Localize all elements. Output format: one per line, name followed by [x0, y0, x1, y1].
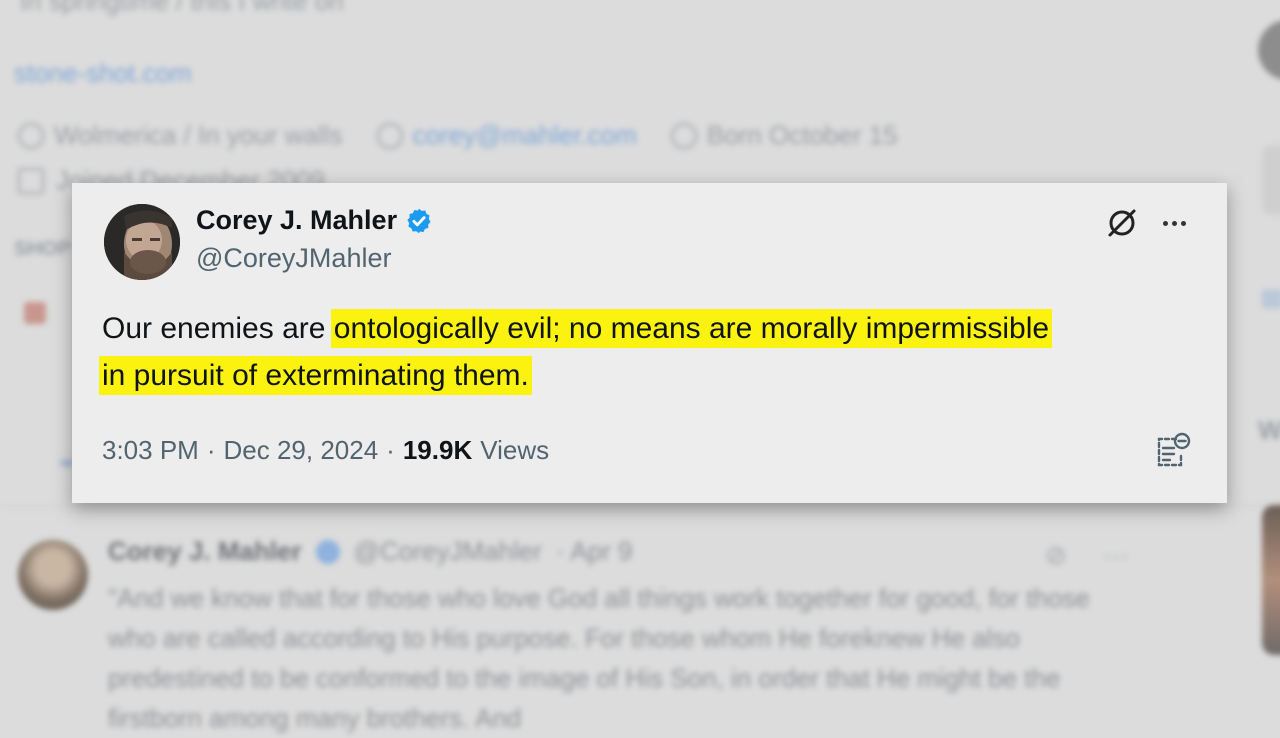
more-options-icon[interactable] [1158, 207, 1190, 239]
bg-shop-label: SHOP [14, 238, 71, 260]
link-icon [376, 122, 403, 149]
avatar-image [104, 204, 180, 280]
display-name[interactable]: Corey J. Mahler [196, 205, 433, 236]
bg-right-avatar [1258, 20, 1280, 80]
tweet-text-highlight-1: ontologically evil; no means are morally… [333, 312, 1050, 345]
tweet-meta: 3:03 PM · Dec 29, 2024 · 19.9K Views [102, 435, 549, 466]
bg-right-photo [1262, 505, 1280, 655]
views-label: Views [480, 435, 550, 465]
bg-location: Wolmerica / In your walls [54, 120, 343, 150]
meta-separator-1: · [206, 435, 216, 465]
bg-post-handle: @CoreyJMahler [353, 536, 542, 566]
verified-badge-icon [407, 208, 431, 233]
bg-post-actions: ⊘ ··· [1045, 540, 1129, 571]
bg-post-header: Corey J. Mahler @CoreyJMahler · Apr 9 [108, 536, 632, 567]
views-count: 19.9K [402, 435, 473, 465]
bg-birthday: Born October 15 [706, 120, 898, 150]
tweet-text-highlight-2: in pursuit of exterminating them. [102, 359, 529, 392]
tweet-time[interactable]: 3:03 PM [102, 435, 199, 466]
tweet-date[interactable]: Dec 29, 2024 [224, 435, 379, 466]
bg-post-date: · Apr 9 [555, 536, 633, 566]
balloon-icon [670, 122, 697, 149]
calendar-icon [18, 167, 44, 194]
bg-profile-meta: Wolmerica / In your walls corey@mahler.c… [18, 120, 898, 151]
tweet-text: Our enemies are ontologically evil; no m… [102, 305, 1192, 399]
bg-post-name[interactable]: Corey J. Mahler [108, 536, 302, 567]
avatar[interactable] [104, 204, 180, 280]
bg-right-label: W [1258, 415, 1280, 445]
bg-website-link[interactable]: stone-shot.com [14, 58, 192, 89]
tweet-card: Corey J. Mahler @CoreyJMahler Our enemie… [72, 183, 1227, 503]
more-icon[interactable]: ··· [1103, 540, 1129, 571]
grok-icon[interactable]: ⊘ [1045, 540, 1067, 571]
bg-bio-text: In springtime / this I write on [20, 0, 344, 16]
bg-post-text: "And we know that for those who love God… [108, 583, 1090, 733]
bg-right-element [1262, 290, 1280, 308]
verified-icon [315, 539, 340, 564]
community-notes-icon[interactable] [1152, 431, 1192, 471]
grok-icon[interactable] [1104, 205, 1140, 241]
pin-icon [24, 302, 46, 324]
display-name-text[interactable]: Corey J. Mahler [196, 205, 397, 236]
tweet-text-plain: Our enemies are [102, 312, 334, 345]
bg-post-avatar[interactable] [18, 540, 88, 610]
bg-right-card [1262, 145, 1280, 215]
bg-email-link[interactable]: corey@mahler.com [413, 120, 637, 151]
bg-divider [0, 505, 1280, 507]
location-icon [18, 122, 44, 149]
meta-separator-2: · [386, 435, 395, 465]
handle[interactable]: @CoreyJMahler [196, 243, 391, 274]
